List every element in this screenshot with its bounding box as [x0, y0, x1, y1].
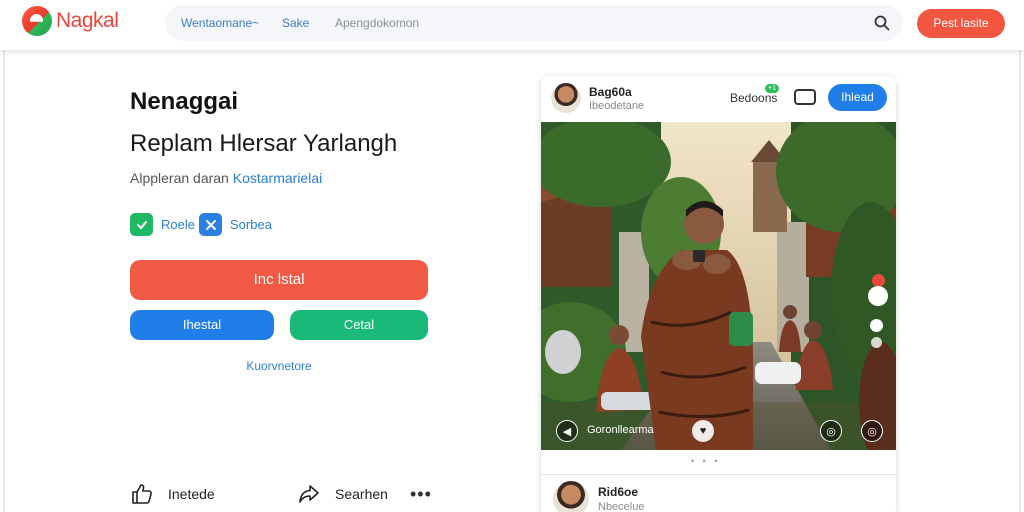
- play-icon[interactable]: ◀: [556, 420, 578, 442]
- secondary-button[interactable]: Ihestal: [130, 310, 274, 340]
- nav-item-wentaomane[interactable]: Wentaomane~: [181, 16, 259, 30]
- check-icon: [130, 213, 153, 236]
- tagline-link[interactable]: Kostarmarielai: [233, 170, 322, 186]
- tagline: Alppleran daran Kostarmarielai: [130, 170, 322, 186]
- more-link[interactable]: Kuorvnetore: [130, 359, 428, 373]
- nav-item-sake[interactable]: Sake: [282, 16, 309, 30]
- chip-roele[interactable]: Roele: [130, 213, 195, 236]
- chip-label: Sorbea: [230, 217, 272, 232]
- comment-icon[interactable]: ◎: [820, 420, 842, 442]
- camera-icon[interactable]: [794, 89, 816, 105]
- side-dot-large[interactable]: [868, 286, 888, 306]
- nav-bar: Wentaomane~ Sake Apengdokomon: [165, 5, 903, 41]
- tools-icon: [199, 213, 222, 236]
- carousel-pager: • • •: [691, 456, 721, 466]
- tagline-text: Alppleran daran: [130, 170, 229, 186]
- page-subtitle: Replam Hlersar Yarlangh: [130, 130, 398, 157]
- page-title: Nenaggai: [130, 88, 239, 115]
- share-action[interactable]: Searhen: [297, 483, 388, 505]
- search-icon[interactable]: [873, 14, 891, 32]
- header-cta-button[interactable]: Pest lasite: [917, 9, 1005, 38]
- share-icon: [299, 485, 319, 503]
- post-author-name[interactable]: Bag60a: [589, 85, 632, 99]
- count-badge: +1: [765, 84, 779, 93]
- next-post-author-handle: Nbecelue: [598, 501, 645, 512]
- next-post-author-name[interactable]: Rid6oe: [598, 485, 638, 499]
- like-action[interactable]: Inetede: [130, 483, 215, 505]
- side-dot-small[interactable]: [871, 337, 882, 348]
- follow-button[interactable]: Ihlead: [828, 84, 887, 111]
- top-header: Nagkal Wentaomane~ Sake Apengdokomon Pes…: [0, 0, 1024, 50]
- logo-text: Nagkal: [56, 9, 119, 32]
- install-button[interactable]: Inc lstal: [130, 260, 428, 300]
- bookmark-icon[interactable]: ◎: [861, 420, 883, 442]
- logo[interactable]: Nagkal: [22, 6, 119, 36]
- tertiary-button[interactable]: Cetal: [290, 310, 428, 340]
- side-dot-medium[interactable]: [870, 319, 883, 332]
- nav-item-apengdokomon[interactable]: Apengdokomon: [335, 16, 419, 30]
- card-divider: [541, 474, 896, 475]
- followers-count: Bedoons: [730, 91, 778, 105]
- chip-label: Roele: [161, 217, 195, 232]
- page: Nagkal Wentaomane~ Sake Apengdokomon Pes…: [0, 0, 1024, 512]
- avatar[interactable]: [551, 83, 581, 113]
- thumbs-up-icon: [132, 484, 152, 504]
- post-author-handle: Ibeodetane: [589, 100, 645, 112]
- share-label: Searhen: [335, 486, 388, 502]
- more-options-icon[interactable]: •••: [410, 484, 432, 505]
- photo-caption: Goronllearma: [587, 424, 654, 436]
- post-card: Bag60a Ibeodetane Bedoons +1 Ihlead ◀ Go…: [541, 76, 896, 512]
- like-label: Inetede: [168, 486, 215, 502]
- post-photo[interactable]: [541, 122, 896, 450]
- logo-icon: [22, 6, 52, 36]
- avatar[interactable]: [553, 481, 589, 512]
- chip-sorbea[interactable]: Sorbea: [199, 213, 272, 236]
- react-icon[interactable]: ♥: [692, 420, 714, 442]
